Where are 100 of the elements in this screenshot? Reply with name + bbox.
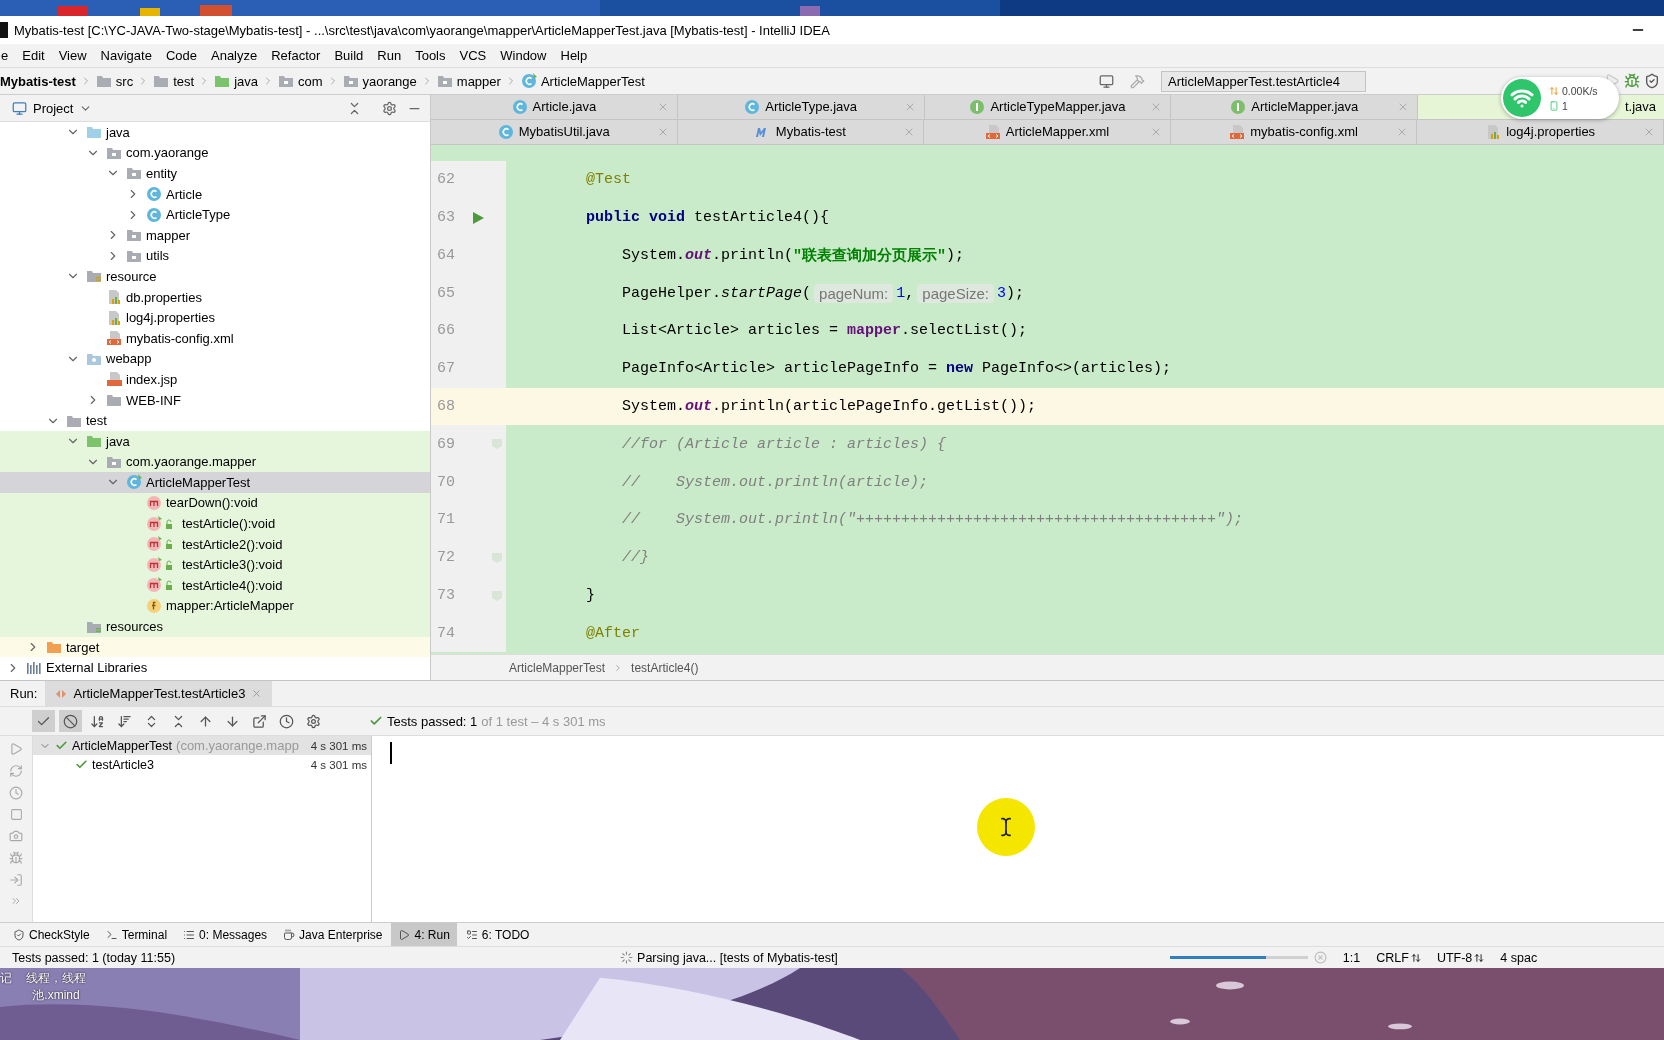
close-icon[interactable]: [251, 688, 263, 699]
passed-check-icon: [75, 758, 88, 771]
breadcrumb-item[interactable]: Mybatis-test: [0, 73, 76, 89]
menu-item[interactable]: Build: [333, 46, 365, 65]
code-line: System.out.println("联表查询加分页展示");: [621, 245, 965, 265]
more-icon[interactable]: [10, 895, 22, 907]
menu-item[interactable]: Help: [559, 46, 589, 65]
code-line: PageHelper.startPage( pageNum: 1, pageSize: 3);: [621, 283, 1025, 303]
phone-icon: [1549, 100, 1559, 111]
rerun-icon[interactable]: [9, 742, 23, 756]
tree-item[interactable]: testArticle():void: [0, 513, 430, 534]
breadcrumb-item[interactable]: ArticleMapperTest: [520, 73, 645, 89]
menu-item[interactable]: VCS: [458, 46, 488, 65]
menu-item[interactable]: Navigate: [99, 46, 153, 65]
down-arrow-icon: [225, 713, 240, 729]
code-line: // System.out.println("++++++++++++++++++++++++++++++++++++++++");: [621, 511, 1244, 529]
passed-check-icon: [55, 739, 68, 752]
line-separator[interactable]: CRLF: [1376, 950, 1421, 965]
desktop-icon-label[interactable]: 池.xmind: [32, 987, 80, 1004]
settings-icon: [306, 713, 321, 729]
run-icon[interactable]: [471, 209, 485, 226]
tool-window-button[interactable]: 0: Messages: [176, 923, 275, 946]
menu-item[interactable]: Edit: [21, 46, 46, 65]
breadcrumb-item[interactable]: mapper: [436, 73, 501, 89]
test-package: (com.yaorange.mapp: [176, 738, 299, 753]
breadcrumb-item[interactable]: testArticle4(): [631, 660, 699, 675]
background-task: Parsing java... [tests of Mybatis-test]: [637, 950, 838, 965]
app-icon: [0, 22, 8, 38]
breadcrumb-item[interactable]: ArticleMapperTest: [509, 660, 606, 675]
run-configuration-dropdown[interactable]: ArticleMapperTest.testArticle4: [1161, 70, 1366, 92]
tree-item[interactable]: testArticle4():void: [0, 575, 430, 596]
line-number: 69: [437, 435, 456, 453]
line-number: 65: [437, 284, 456, 302]
settings-icon[interactable]: [382, 100, 397, 116]
line-number: 62: [437, 171, 456, 189]
breadcrumb-item[interactable]: com: [278, 73, 323, 89]
tree-item[interactable]: target: [0, 636, 430, 658]
layout-icon[interactable]: [1099, 73, 1114, 89]
tests-duration: of 1 test – 4 s 301 ms: [481, 713, 606, 729]
menu-item[interactable]: View: [57, 46, 88, 65]
menu-item[interactable]: Run: [376, 46, 403, 65]
breadcrumb-item[interactable]: yaorange: [342, 73, 417, 89]
status-message: Tests passed: 1 (today 11:55): [12, 950, 176, 965]
run-tab[interactable]: ArticleMapperTest.testArticle3: [45, 681, 273, 706]
line-number: 67: [437, 360, 456, 378]
clock-icon[interactable]: [9, 786, 23, 800]
toolbar-button[interactable]: [32, 710, 55, 732]
tree-item[interactable]: resources: [0, 616, 430, 637]
menu-item[interactable]: Window: [499, 46, 548, 65]
tree-item[interactable]: tearDown():void: [0, 492, 430, 514]
menu-item[interactable]: Code: [164, 46, 198, 65]
line-number: 63: [437, 209, 456, 227]
debug-icon[interactable]: [9, 851, 23, 865]
clock-icon: [279, 713, 294, 729]
camera-icon[interactable]: [9, 829, 23, 843]
import-icon[interactable]: [9, 873, 23, 887]
desktop-icon-label[interactable]: 线程，线程: [26, 970, 86, 987]
tree-item[interactable]: testArticle3():void: [0, 554, 430, 576]
tree-item[interactable]: com.yaorange.mapper: [0, 451, 430, 473]
fold-marker-icon[interactable]: [491, 589, 503, 602]
caret-position[interactable]: 1:1: [1342, 950, 1361, 965]
code-line: //}: [621, 549, 650, 567]
breadcrumb-item[interactable]: test: [153, 73, 195, 89]
toolbar-button[interactable]: [59, 710, 82, 732]
fold-marker-icon[interactable]: [491, 551, 503, 564]
coverage-icon[interactable]: [1644, 73, 1660, 89]
stop-icon[interactable]: [9, 808, 23, 821]
sort-alphabetical-icon: [90, 713, 105, 729]
test-name: testArticle3: [92, 757, 154, 772]
tree-item[interactable]: java: [0, 430, 430, 452]
tool-window-button[interactable]: Terminal: [98, 923, 175, 946]
line-number: 70: [437, 473, 456, 491]
menu-item[interactable]: e: [0, 46, 10, 65]
breadcrumb-item[interactable]: src: [95, 73, 134, 89]
panel-title[interactable]: Project: [33, 100, 74, 116]
network-speed: 0.00K/s: [1549, 84, 1598, 97]
breadcrumb-item[interactable]: java: [214, 73, 259, 89]
build-icon[interactable]: [1130, 73, 1145, 89]
file-encoding[interactable]: UTF-8: [1436, 950, 1485, 965]
rerun-failed-icon[interactable]: [9, 764, 23, 778]
tree-item[interactable]: testArticle2():void: [0, 533, 430, 555]
menu-item[interactable]: Refactor: [270, 46, 322, 65]
tool-window-button[interactable]: 4: Run: [391, 923, 457, 946]
menu-item[interactable]: Tools: [414, 46, 447, 65]
code-line: // System.out.println(article);: [621, 473, 929, 491]
menu-item[interactable]: Analyze: [210, 46, 259, 65]
desktop-icon-label[interactable]: 记: [0, 970, 12, 1004]
line-number: 66: [437, 322, 456, 340]
test-result-row[interactable]: ArticleMapperTest (com.yaorange.mapp 4 s 301 ms: [33, 736, 371, 755]
debug-icon[interactable]: [1624, 73, 1640, 89]
indent-setting[interactable]: 4 spac: [1500, 950, 1538, 965]
tree-item[interactable]: ArticleMapperTest: [0, 472, 430, 493]
tool-window-button[interactable]: Java Enterprise: [276, 923, 390, 946]
code-line: //for (Article article : articles) {: [621, 435, 947, 453]
tool-window-button[interactable]: 6: TODO: [458, 923, 537, 946]
fold-marker-icon[interactable]: [491, 438, 503, 451]
tree-item[interactable]: mapper:ArticleMapper: [0, 595, 430, 617]
up-down-arrow-icon: [1410, 952, 1421, 963]
network-widget[interactable]: 0.00K/s 1: [1501, 77, 1619, 119]
tool-window-button[interactable]: CheckStyle: [6, 923, 97, 946]
